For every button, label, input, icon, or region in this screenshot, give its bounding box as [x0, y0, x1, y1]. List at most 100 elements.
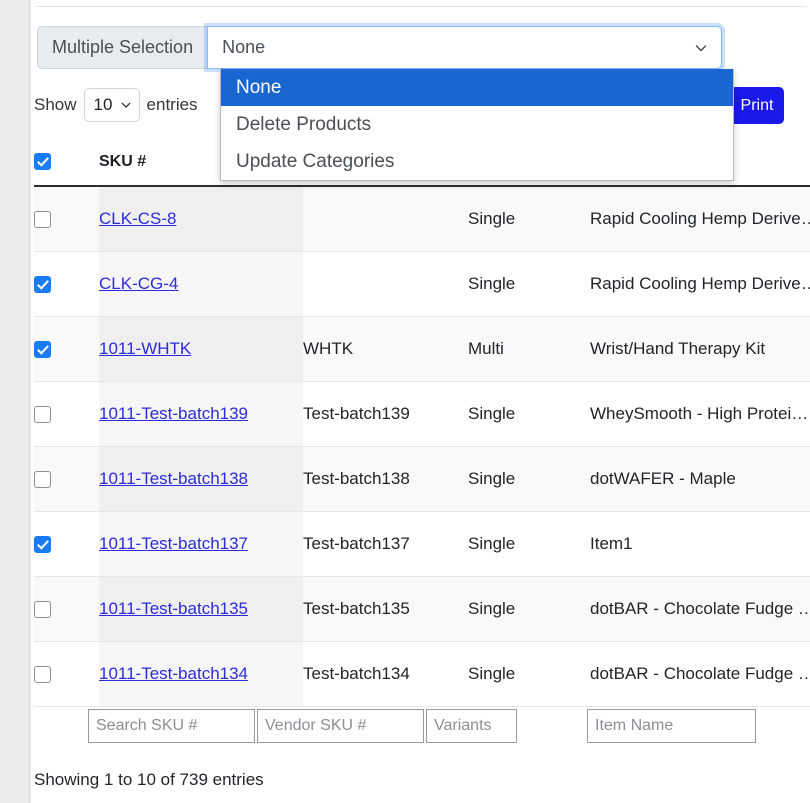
multiple-selection-group: Multiple Selection None	[37, 26, 722, 69]
sku-link[interactable]: 1011-Test-batch135	[99, 599, 248, 618]
cell-vendor-sku-text: Test-batch135	[303, 599, 468, 619]
cell-sku: CLK-CS-8	[99, 186, 303, 252]
table-row: 1011-Test-batch139 Test-batch139SingleWhe…	[34, 382, 810, 447]
cell-variants: Single	[468, 512, 590, 577]
cell-item-name-text: dotBAR - Chocolate Fudge …	[590, 599, 810, 619]
search-sku-input[interactable]	[88, 709, 255, 743]
cell-item-name: dotWAFER - Maple	[590, 447, 810, 512]
row-select-cell	[34, 186, 99, 252]
table-body: CLK-CS-8SingleRapid Cooling Hemp Derive……	[34, 186, 810, 707]
chevron-down-icon	[121, 100, 131, 110]
cell-item-name: Item1	[590, 512, 810, 577]
cell-sku: 1011-Test-batch137	[99, 512, 303, 577]
cell-vendor-sku: Test-batch138	[303, 447, 468, 512]
select-all-checkbox[interactable]	[34, 153, 51, 170]
cell-vendor-sku	[303, 186, 468, 252]
cell-variants: Single	[468, 447, 590, 512]
table-row: 1011-Test-batch138 Test-batch138Singledot…	[34, 447, 810, 512]
cell-sku: 1011-Test-batch139	[99, 382, 303, 447]
sku-link[interactable]: 1011-Test-batch138	[99, 469, 248, 488]
row-select-cell	[34, 577, 99, 642]
show-label: Show	[34, 95, 77, 115]
cell-vendor-sku-text: WHTK	[303, 339, 468, 359]
sku-link[interactable]: 1011-Test-batch134	[99, 664, 248, 683]
cell-variants: Single	[468, 186, 590, 252]
cell-vendor-sku: Test-batch139	[303, 382, 468, 447]
sku-link[interactable]: CLK-CS-8	[99, 209, 176, 228]
row-select-cell	[34, 317, 99, 382]
cell-item-name-text: Rapid Cooling Hemp Derive…	[590, 209, 810, 229]
action-select[interactable]: None	[207, 26, 722, 69]
cell-variants-text: Single	[468, 599, 590, 619]
cell-vendor-sku-text: Test-batch137	[303, 534, 468, 554]
cell-item-name-text: dotBAR - Chocolate Fudge …	[590, 664, 810, 684]
cell-item-name-text: Wrist/Hand Therapy Kit	[590, 339, 810, 359]
action-option-none[interactable]: None	[221, 69, 733, 106]
cell-variants-text: Single	[468, 404, 590, 424]
table-row: 1011-Test-batch134 Test-batch134Singledot…	[34, 642, 810, 707]
select-all-header	[34, 139, 99, 186]
entries-label: entries	[147, 95, 198, 115]
page-left-gutter	[0, 0, 30, 803]
cell-variants-text: Single	[468, 534, 590, 554]
cell-item-name: dotBAR - Chocolate Fudge …	[590, 642, 810, 707]
cell-vendor-sku: Test-batch137	[303, 512, 468, 577]
products-table: SKU # CLK-CS-8SingleRapid Cooling Hemp D…	[34, 139, 810, 707]
cell-sku: 1011-Test-batch138	[99, 447, 303, 512]
sku-link[interactable]: 1011-WHTK	[99, 339, 191, 358]
cell-variants-text: Single	[468, 664, 590, 684]
print-button[interactable]: Print	[730, 87, 784, 124]
sku-link[interactable]: 1011-Test-batch139	[99, 404, 248, 423]
sku-link[interactable]: 1011-Test-batch137	[99, 534, 248, 553]
action-option-update-categories[interactable]: Update Categories	[221, 143, 733, 180]
action-select-wrap: None	[207, 26, 722, 69]
cell-sku: 1011-WHTK	[99, 317, 303, 382]
row-select-checkbox[interactable]	[34, 666, 51, 683]
row-select-checkbox[interactable]	[34, 406, 51, 423]
row-select-cell	[34, 382, 99, 447]
row-select-cell	[34, 252, 99, 317]
search-item-name-input[interactable]	[587, 709, 756, 743]
cell-sku: CLK-CG-4	[99, 252, 303, 317]
entries-count-value: 10	[94, 95, 113, 115]
cell-variants: Single	[468, 642, 590, 707]
search-variants-input[interactable]	[426, 709, 517, 743]
row-select-cell	[34, 642, 99, 707]
cell-sku: 1011-Test-batch134	[99, 642, 303, 707]
cell-item-name: Rapid Cooling Hemp Derive…	[590, 186, 810, 252]
cell-vendor-sku	[303, 252, 468, 317]
row-select-checkbox[interactable]	[34, 536, 51, 553]
sku-link[interactable]: CLK-CG-4	[99, 274, 178, 293]
cell-item-name-text: dotWAFER - Maple	[590, 469, 810, 489]
cell-vendor-sku-text: Test-batch139	[303, 404, 468, 424]
search-vendor-sku-input[interactable]	[257, 709, 424, 743]
cell-variants-text: Single	[468, 209, 590, 229]
cell-item-name: dotBAR - Chocolate Fudge …	[590, 577, 810, 642]
row-select-cell	[34, 447, 99, 512]
row-select-cell	[34, 512, 99, 577]
row-select-checkbox[interactable]	[34, 471, 51, 488]
cell-variants-text: Single	[468, 469, 590, 489]
cell-item-name-text: Item1	[590, 534, 810, 554]
action-select-menu[interactable]: None Delete Products Update Categories	[220, 69, 734, 181]
cell-item-name: WheySmooth - High Protei…	[590, 382, 810, 447]
products-table-wrap: SKU # CLK-CS-8SingleRapid Cooling Hemp D…	[34, 139, 810, 707]
cell-variants: Single	[468, 577, 590, 642]
row-select-checkbox[interactable]	[34, 601, 51, 618]
length-menu: Show 10 entries	[34, 88, 198, 122]
multiple-selection-label: Multiple Selection	[37, 26, 207, 69]
row-select-checkbox[interactable]	[34, 341, 51, 358]
entries-count-select[interactable]: 10	[84, 88, 140, 122]
cell-item-name: Rapid Cooling Hemp Derive…	[590, 252, 810, 317]
row-select-checkbox[interactable]	[34, 211, 51, 228]
action-select-value: None	[222, 37, 265, 58]
cell-item-name-text: WheySmooth - High Protei…	[590, 404, 810, 424]
cell-vendor-sku: Test-batch135	[303, 577, 468, 642]
cell-variants: Single	[468, 382, 590, 447]
row-select-checkbox[interactable]	[34, 276, 51, 293]
cell-variants: Single	[468, 252, 590, 317]
action-option-delete-products[interactable]: Delete Products	[221, 106, 733, 143]
cell-vendor-sku: Test-batch134	[303, 642, 468, 707]
table-row: 1011-Test-batch137 Test-batch137SingleIte…	[34, 512, 810, 577]
cell-vendor-sku-text: Test-batch134	[303, 664, 468, 684]
